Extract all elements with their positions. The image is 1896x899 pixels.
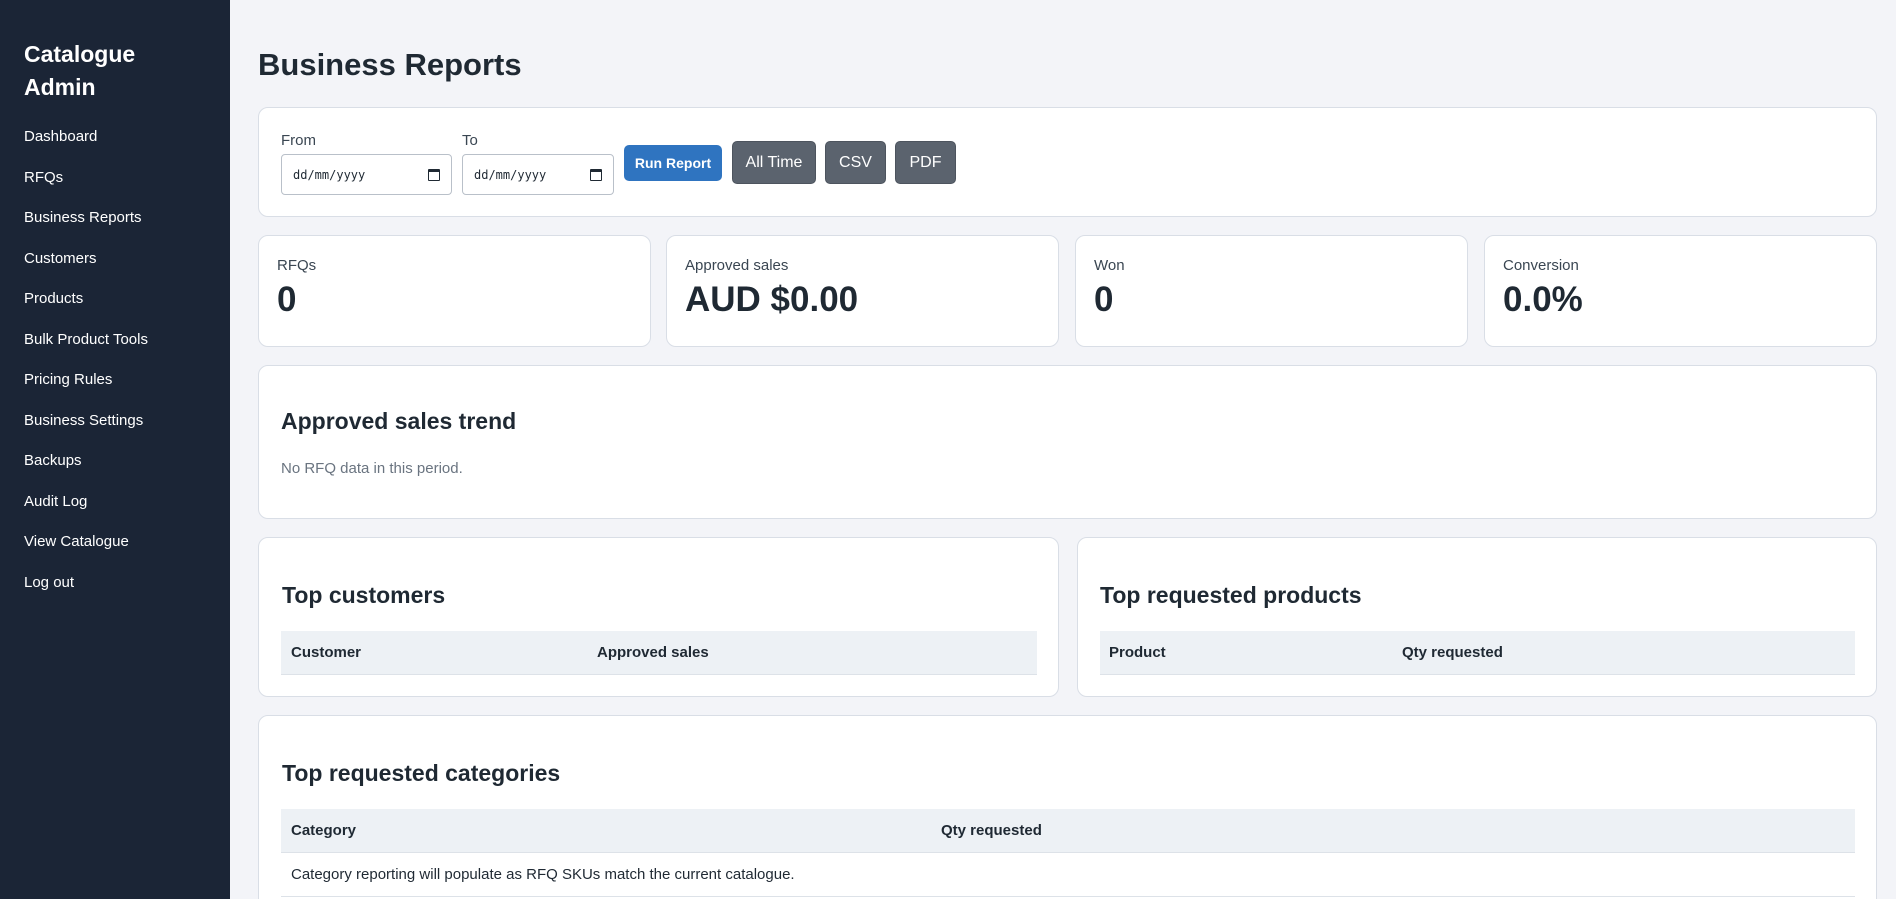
sidebar-item-business-settings[interactable]: Business Settings (24, 410, 206, 451)
main-content: Business Reports From dd/mm/yyyy To dd/m… (258, 0, 1877, 899)
section-title: Top customers (282, 582, 446, 608)
brand-title: Catalogue Admin (24, 41, 136, 100)
page-title: Business Reports (258, 47, 522, 82)
sidebar-item-dashboard[interactable]: Dashboard (24, 126, 206, 167)
calendar-icon[interactable] (428, 168, 440, 181)
sales-trend-card: Approved sales trend No RFQ data in this… (258, 365, 1877, 519)
stat-card-approved-sales: Approved sales AUD $0.00 (666, 235, 1059, 347)
top-customers-card: Top customers Customer Approved sales (258, 537, 1059, 697)
stat-card-won: Won 0 (1075, 235, 1468, 347)
table-header: Product Qty requested (1100, 631, 1855, 675)
to-date-value: dd/mm/yyyy (474, 167, 547, 182)
sidebar-item-business-reports[interactable]: Business Reports (24, 207, 206, 248)
stat-value: 0 (1094, 280, 1114, 319)
section-title: Top requested products (1100, 582, 1362, 608)
sidebar-item-rfqs[interactable]: RFQs (24, 167, 206, 208)
sidebar-item-customers[interactable]: Customers (24, 248, 206, 289)
csv-export-button[interactable]: CSV (825, 141, 886, 184)
table-row: Category reporting will populate as RFQ … (281, 853, 1855, 897)
from-label: From (281, 132, 316, 149)
sidebar: Catalogue Admin Dashboard RFQs Business … (0, 0, 230, 899)
stat-label: Won (1094, 257, 1125, 274)
sidebar-item-pricing-rules[interactable]: Pricing Rules (24, 369, 206, 410)
sidebar-item-log-out[interactable]: Log out (24, 572, 206, 613)
table-header: Customer Approved sales (281, 631, 1037, 675)
stat-value: 0.0% (1503, 280, 1583, 319)
column-header-customer[interactable]: Customer (291, 644, 361, 661)
to-label: To (462, 132, 478, 149)
empty-state-text: Category reporting will populate as RFQ … (291, 866, 795, 883)
sidebar-item-view-catalogue[interactable]: View Catalogue (24, 531, 206, 572)
run-report-button[interactable]: Run Report (624, 145, 722, 181)
top-products-card: Top requested products Product Qty reque… (1077, 537, 1877, 697)
section-title: Top requested categories (282, 760, 561, 786)
column-header-product[interactable]: Product (1109, 644, 1166, 661)
section-title: Approved sales trend (281, 408, 517, 434)
to-date-input[interactable]: dd/mm/yyyy (462, 154, 614, 195)
top-categories-card: Top requested categories Category Qty re… (258, 715, 1877, 899)
sidebar-item-backups[interactable]: Backups (24, 450, 206, 491)
pdf-export-button[interactable]: PDF (895, 141, 956, 184)
sidebar-item-audit-log[interactable]: Audit Log (24, 491, 206, 532)
stat-label: RFQs (277, 257, 317, 274)
column-header-qty-requested[interactable]: Qty requested (1402, 644, 1503, 661)
column-header-qty-requested[interactable]: Qty requested (941, 822, 1042, 839)
empty-state-text: No RFQ data in this period. (281, 460, 463, 477)
table-header: Category Qty requested (281, 809, 1855, 853)
sidebar-item-bulk-product-tools[interactable]: Bulk Product Tools (24, 329, 206, 370)
from-date-input[interactable]: dd/mm/yyyy (281, 154, 452, 195)
stat-label: Conversion (1503, 257, 1579, 274)
all-time-button[interactable]: All Time (732, 141, 816, 184)
from-date-value: dd/mm/yyyy (293, 167, 366, 182)
stat-card-conversion: Conversion 0.0% (1484, 235, 1877, 347)
stat-label: Approved sales (685, 257, 789, 274)
calendar-icon[interactable] (590, 168, 602, 181)
report-filter-card: From dd/mm/yyyy To dd/mm/yyyy Run Report… (258, 107, 1877, 217)
stat-card-rfqs: RFQs 0 (258, 235, 651, 347)
sidebar-nav: Dashboard RFQs Business Reports Customer… (24, 126, 206, 612)
sidebar-item-products[interactable]: Products (24, 288, 206, 329)
stat-value: AUD $0.00 (685, 280, 859, 319)
column-header-approved-sales[interactable]: Approved sales (597, 644, 709, 661)
column-header-category[interactable]: Category (291, 822, 356, 839)
stat-value: 0 (277, 280, 297, 319)
